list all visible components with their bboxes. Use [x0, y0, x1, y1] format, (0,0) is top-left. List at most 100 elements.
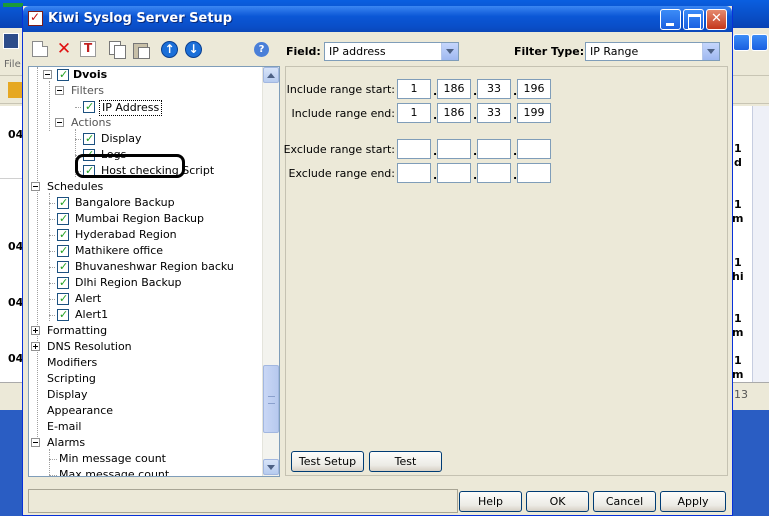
tree-item-max-message-count[interactable]: Max message count [49, 467, 259, 476]
move-up-icon[interactable]: ↑ [161, 41, 178, 58]
field-select[interactable]: IP address [324, 42, 459, 61]
kiwi-app-icon [28, 10, 43, 26]
exclude-end-octet-4[interactable] [517, 163, 551, 183]
tree-item-schedule[interactable]: Alert [49, 291, 260, 307]
tree-item-schedule[interactable]: Mumbai Region Backup [49, 211, 260, 227]
tree-item-schedule[interactable]: Dlhi Region Backup [49, 275, 260, 291]
background-cell: 1 [734, 354, 742, 367]
tree-item-formatting[interactable]: Formatting [31, 323, 231, 339]
include-end-octet-1[interactable]: 1 [397, 103, 431, 123]
exclude-start-octet-2[interactable] [437, 139, 471, 159]
include-start-octet-2[interactable]: 186 [437, 79, 471, 99]
schedule-checkbox[interactable] [57, 291, 69, 307]
include-end-octet-3[interactable]: 33 [477, 103, 511, 123]
tree-item-appearance[interactable]: Appearance [47, 403, 247, 419]
tree-item-display-action[interactable]: Display [75, 131, 261, 147]
schedule-checkbox[interactable] [57, 275, 69, 291]
tree-connector [49, 459, 57, 460]
apply-button[interactable]: Apply [660, 491, 726, 512]
background-cell: 1 [734, 312, 742, 325]
close-button[interactable] [706, 9, 727, 30]
tree-item-schedule[interactable]: Hyderabad Region [49, 227, 260, 243]
schedule-checkbox[interactable] [57, 259, 69, 275]
maximize-button[interactable] [683, 9, 704, 30]
tree-item-label: Filters [71, 84, 104, 97]
schedule-checkbox[interactable] [57, 195, 69, 211]
exclude-start-octet-4[interactable] [517, 139, 551, 159]
test-setup-button[interactable]: Test Setup [291, 451, 364, 472]
schedule-checkbox[interactable] [57, 307, 69, 323]
delete-icon[interactable]: ✕ [56, 41, 72, 58]
include-start-octet-3[interactable]: 33 [477, 79, 511, 99]
tree-item-dvois[interactable]: Dvois [43, 67, 243, 83]
tree-item-display[interactable]: Display [47, 387, 247, 403]
help-button[interactable]: Help [459, 491, 522, 512]
ok-button[interactable]: OK [526, 491, 589, 512]
collapse-icon[interactable] [43, 70, 52, 79]
minimize-button[interactable] [660, 9, 681, 30]
exclude-end-octet-3[interactable] [477, 163, 511, 183]
tree-item-label: Dvois [73, 68, 108, 81]
tree-item-schedule[interactable]: Alert1 [49, 307, 260, 323]
background-menu-file[interactable]: File [4, 59, 21, 70]
include-start-octet-1[interactable]: 1 [397, 79, 431, 99]
paste-icon[interactable] [133, 41, 150, 59]
tree-item-schedules[interactable]: Schedules [31, 179, 231, 195]
display-action-checkbox[interactable] [83, 131, 95, 147]
collapse-icon[interactable] [31, 182, 40, 191]
tree-item-filters[interactable]: Filters [55, 83, 255, 99]
expand-icon[interactable] [31, 326, 40, 335]
exclude-start-octet-3[interactable] [477, 139, 511, 159]
chevron-down-icon[interactable] [702, 43, 719, 60]
test-button[interactable]: Test [369, 451, 442, 472]
exclude-start-octet-1[interactable] [397, 139, 431, 159]
background-vertical-scrollbar[interactable] [752, 106, 769, 382]
tree-item-ip-address[interactable]: IP Address [75, 99, 201, 116]
exclude-end-octet-2[interactable] [437, 163, 471, 183]
scroll-thumb[interactable] [263, 365, 279, 433]
ip-address-checkbox[interactable] [83, 99, 95, 115]
help-icon[interactable]: ? [254, 42, 269, 57]
include-end-octet-4[interactable]: 199 [517, 103, 551, 123]
tree-item-actions[interactable]: Actions [55, 115, 255, 131]
scroll-up-button[interactable] [263, 67, 279, 83]
include-end-octet-2[interactable]: 186 [437, 103, 471, 123]
collapse-icon[interactable] [55, 118, 64, 127]
tree-item-alarms[interactable]: Alarms [31, 435, 231, 451]
tree-connector [75, 107, 81, 108]
tree-item-dns-resolution[interactable]: DNS Resolution [31, 339, 231, 355]
tree-item-schedule[interactable]: Mathikere office [49, 243, 260, 259]
tree-item-email[interactable]: E-mail [47, 419, 247, 435]
background-maximize-button[interactable] [733, 34, 750, 51]
tree-item-label: Schedules [47, 180, 104, 193]
exclude-end-octet-1[interactable] [397, 163, 431, 183]
tree-connector [75, 139, 81, 140]
copy-icon[interactable] [109, 41, 126, 59]
background-restore-button[interactable] [751, 34, 768, 51]
tree-item-scripting[interactable]: Scripting [47, 371, 247, 387]
collapse-icon[interactable] [31, 438, 40, 447]
collapse-icon[interactable] [55, 86, 64, 95]
expand-icon[interactable] [31, 342, 40, 351]
new-icon[interactable] [32, 41, 48, 57]
filter-type-label: Filter Type: [514, 45, 585, 58]
tree-item-schedule[interactable]: Bhuvaneshwar Region backu [49, 259, 260, 275]
schedule-checkbox[interactable] [57, 211, 69, 227]
include-start-octet-4[interactable]: 196 [517, 79, 551, 99]
tree-item-min-message-count[interactable]: Min message count [49, 451, 259, 467]
rename-icon[interactable] [80, 41, 96, 57]
include-range-end-label: Include range end: [291, 107, 395, 120]
tree-item-schedule[interactable]: Bangalore Backup [49, 195, 260, 211]
scroll-down-button[interactable] [263, 459, 279, 475]
filter-type-select[interactable]: IP Range [585, 42, 720, 61]
schedule-checkbox[interactable] [57, 227, 69, 243]
dialog-titlebar[interactable]: Kiwi Syslog Server Setup [23, 6, 732, 32]
chevron-down-icon[interactable] [441, 43, 458, 60]
cancel-button[interactable]: Cancel [593, 491, 656, 512]
move-down-icon[interactable]: ↓ [185, 41, 202, 58]
schedule-checkbox[interactable] [57, 243, 69, 259]
tree-vertical-scrollbar[interactable] [262, 67, 279, 476]
tree-item-modifiers[interactable]: Modifiers [47, 355, 247, 371]
tree-item-label: Actions [71, 116, 112, 129]
dvois-checkbox[interactable] [57, 67, 69, 83]
